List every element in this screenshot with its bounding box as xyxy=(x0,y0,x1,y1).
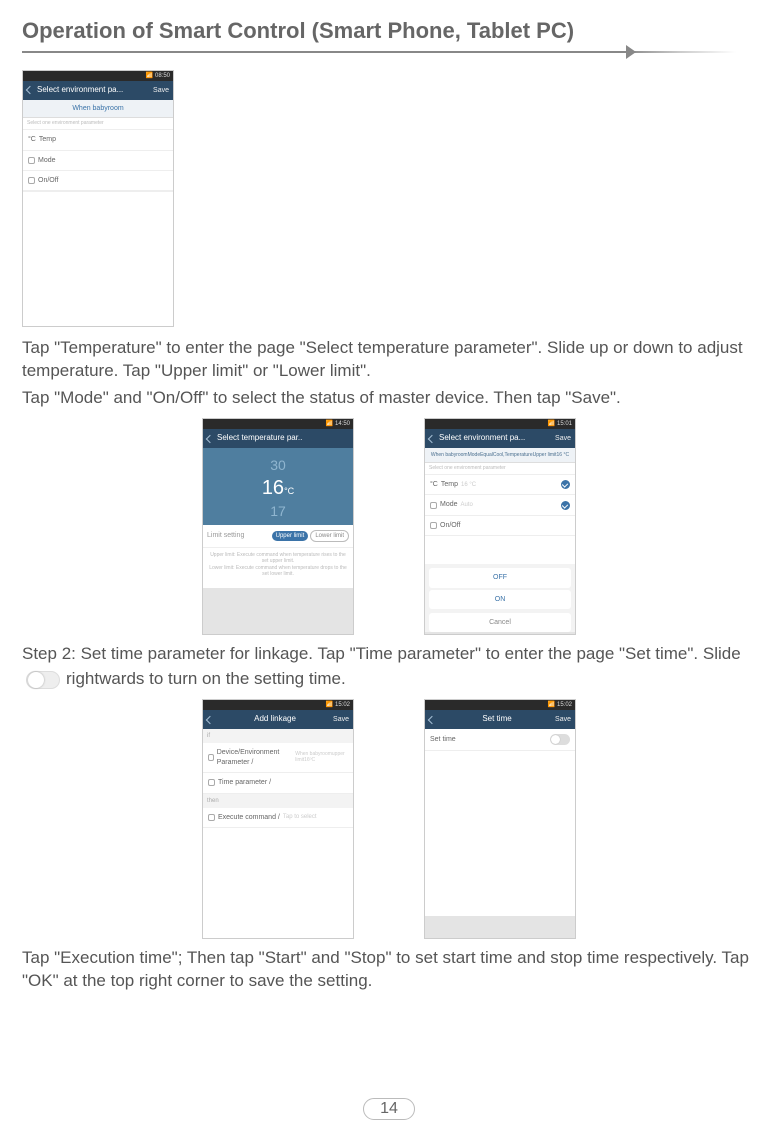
page-header: Operation of Smart Control (Smart Phone,… xyxy=(0,0,778,60)
page-number-wrap: 14 xyxy=(0,1098,778,1120)
check-icon xyxy=(561,501,570,510)
upper-limit-button[interactable]: Upper limit xyxy=(272,531,309,541)
clock-icon xyxy=(208,779,215,786)
screenshot-environment-sheet: 📶15:01 Select environment pa... Save Whe… xyxy=(424,418,576,635)
screenshot-set-time: 📶15:02 Set time Save Set time xyxy=(424,699,576,939)
toggle-icon xyxy=(26,671,60,689)
temperature-picker[interactable]: 30 16°C 17 xyxy=(203,448,353,525)
power-icon xyxy=(430,522,437,529)
paragraph: Tap "Mode" and "On/Off" to select the st… xyxy=(22,387,756,410)
save-button[interactable]: Save xyxy=(555,715,571,724)
back-icon[interactable] xyxy=(428,434,436,442)
page-title: Operation of Smart Control (Smart Phone,… xyxy=(22,18,756,44)
list-item[interactable]: °CTemp xyxy=(23,130,173,150)
back-icon[interactable] xyxy=(206,716,214,724)
list-item[interactable]: On/Off xyxy=(425,516,575,536)
mode-icon xyxy=(28,157,35,164)
list-item[interactable]: Mode xyxy=(23,151,173,171)
back-icon[interactable] xyxy=(206,434,214,442)
list-item[interactable]: ModeAuto xyxy=(425,495,575,515)
sheet-on-button[interactable]: ON xyxy=(429,590,571,609)
list-item[interactable]: Execute command / Tap to select xyxy=(203,808,353,828)
check-icon xyxy=(561,480,570,489)
screenshot-temperature-selector: 📶14:50 Select temperature par.. 30 16°C … xyxy=(202,418,354,635)
list-item[interactable]: Device/Environment Parameter / When baby… xyxy=(203,743,353,773)
save-button[interactable]: Save xyxy=(333,715,349,724)
list-item[interactable]: Time parameter / xyxy=(203,773,353,793)
screenshot-add-linkage: 📶15:02 Add linkage Save if Device/Enviro… xyxy=(202,699,354,939)
globe-icon xyxy=(208,754,214,761)
mode-icon xyxy=(430,502,437,509)
list-item[interactable]: °CTemp16 °C xyxy=(425,475,575,495)
paragraph: Tap "Execution time"; Then tap "Start" a… xyxy=(22,947,756,993)
target-icon xyxy=(208,814,215,821)
action-sheet: OFF ON Cancel xyxy=(425,564,575,632)
set-time-row[interactable]: Set time xyxy=(425,729,575,751)
sheet-cancel-button[interactable]: Cancel xyxy=(429,613,571,632)
paragraph-step2: Step 2: Set time parameter for linkage. … xyxy=(22,643,756,691)
limit-description: Upper limit: Execute command when temper… xyxy=(203,548,353,588)
lower-limit-button[interactable]: Lower limit xyxy=(310,530,349,542)
page-number: 14 xyxy=(363,1098,415,1120)
back-icon[interactable] xyxy=(428,716,436,724)
paragraph: Tap "Temperature" to enter the page "Sel… xyxy=(22,337,756,383)
save-button[interactable]: Save xyxy=(555,434,571,443)
power-icon xyxy=(28,177,35,184)
sheet-off-button[interactable]: OFF xyxy=(429,568,571,587)
set-time-toggle[interactable] xyxy=(550,734,570,745)
header-underline xyxy=(22,48,756,56)
screenshot-select-environment: 📶08:50 Select environment pa... Save Whe… xyxy=(22,70,174,327)
save-button[interactable]: Save xyxy=(153,86,169,95)
list-item[interactable]: On/Off xyxy=(23,171,173,191)
back-icon[interactable] xyxy=(26,86,34,94)
